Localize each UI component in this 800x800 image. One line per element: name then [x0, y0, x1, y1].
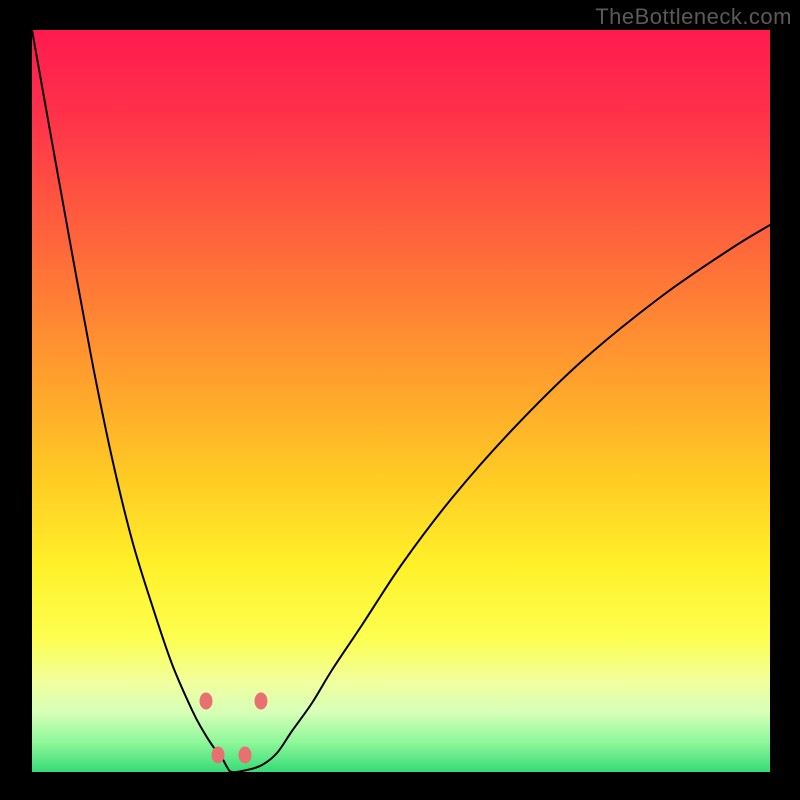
chart-canvas: TheBottleneck.com	[0, 0, 800, 800]
curve-marker	[200, 693, 213, 710]
curve-marker	[255, 693, 268, 710]
plot-svg	[32, 30, 770, 772]
curve-line	[32, 30, 770, 772]
watermark-text: TheBottleneck.com	[595, 4, 792, 30]
curve-marker	[239, 747, 252, 764]
plot-area	[32, 30, 770, 772]
marker-layer	[32, 30, 770, 772]
gradient-background	[32, 30, 770, 772]
curve-marker	[212, 747, 225, 764]
